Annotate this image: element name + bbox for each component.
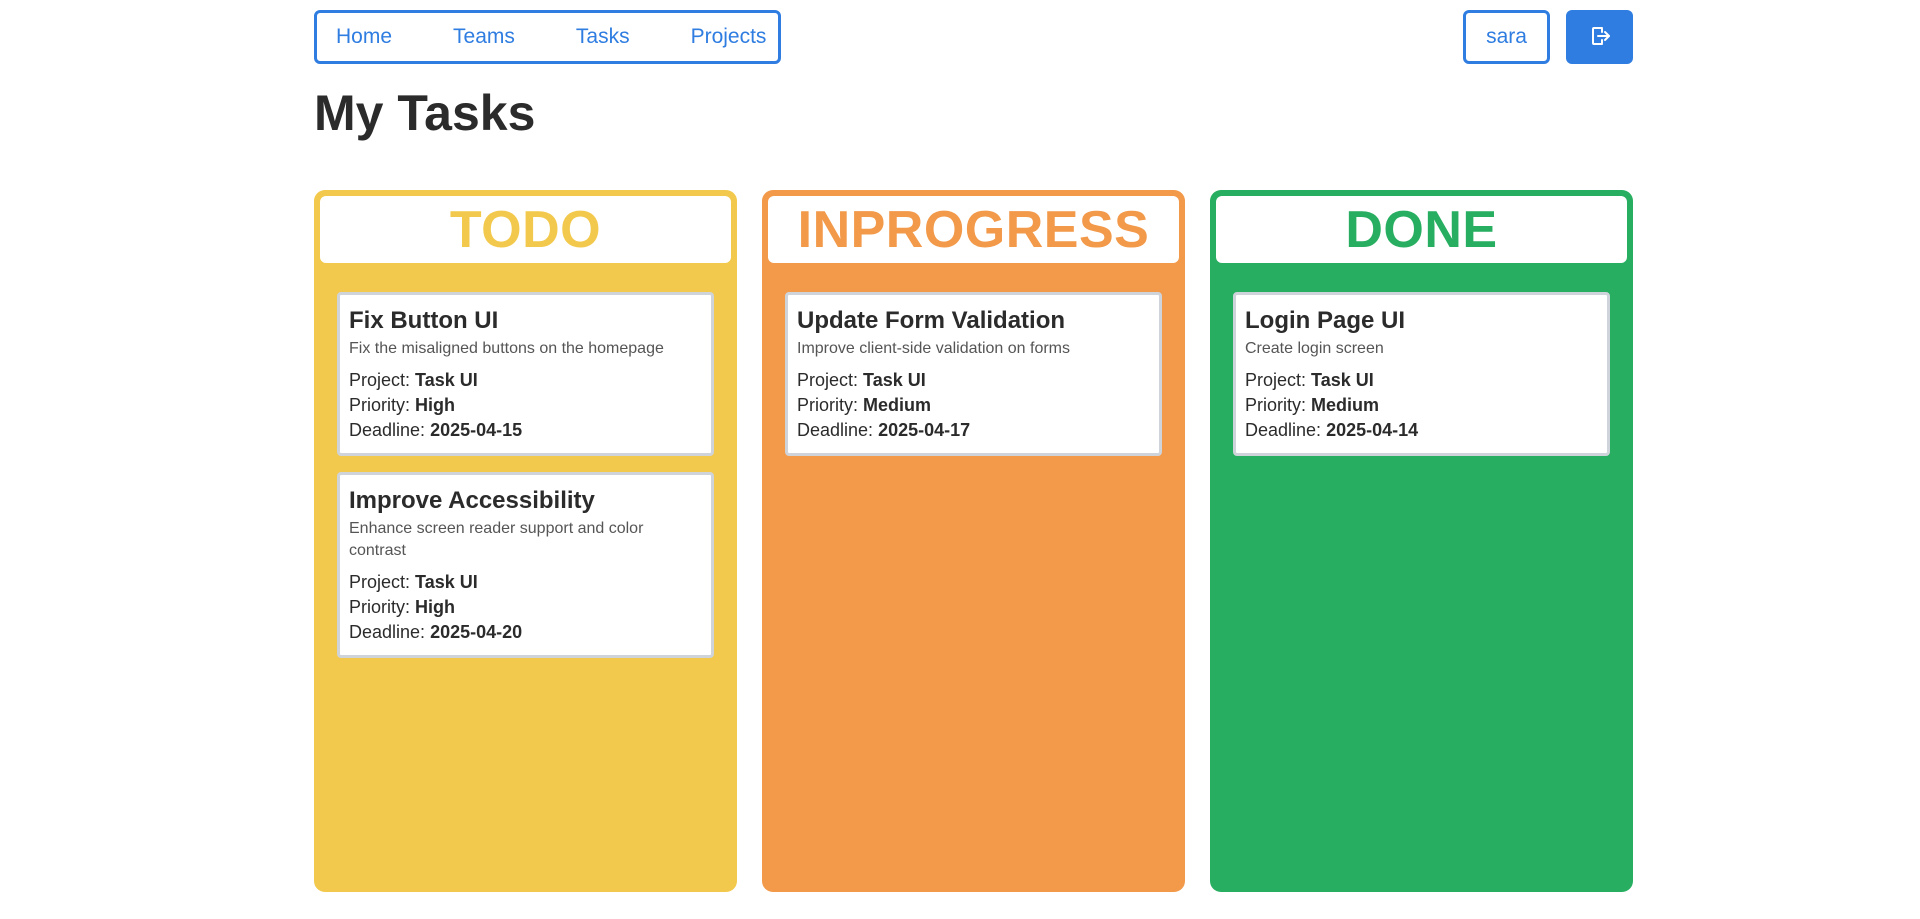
project-label: Project: [1245,370,1307,390]
task-deadline: Deadline: 2025-04-20 [349,620,702,645]
project-label: Project: [797,370,859,390]
task-card[interactable]: Login Page UI Create login screen Projec… [1233,292,1610,456]
deadline-value: 2025-04-20 [430,622,523,642]
priority-value: High [415,395,456,415]
project-value: Task UI [415,572,478,592]
task-project: Project: Task UI [1245,368,1598,393]
card-list-done: Login Page UI Create login screen Projec… [1216,263,1627,456]
task-description: Create login screen [1245,340,1384,357]
deadline-value: 2025-04-17 [878,420,971,440]
column-todo: TODO Fix Button UI Fix the misaligned bu… [314,190,737,892]
task-deadline: Deadline: 2025-04-15 [349,418,702,443]
deadline-label: Deadline: [349,622,426,642]
deadline-label: Deadline: [797,420,874,440]
column-header-todo: TODO [320,196,731,263]
task-project: Project: Task UI [349,570,702,595]
task-title: Update Form Validation [797,307,1066,334]
column-done: DONE Login Page UI Create login screen P… [1210,190,1633,892]
priority-label: Priority: [797,395,859,415]
task-title: Login Page UI [1245,307,1406,334]
task-priority: Priority: High [349,393,702,418]
task-description: Fix the misaligned buttons on the homepa… [349,340,664,357]
project-label: Project: [349,370,411,390]
card-list-todo: Fix Button UI Fix the misaligned buttons… [320,263,731,658]
deadline-value: 2025-04-14 [1326,420,1419,440]
column-header-inprogress: INPROGRESS [768,196,1179,263]
task-description: Enhance screen reader support and color … [349,520,644,559]
task-project: Project: Task UI [797,368,1150,393]
project-value: Task UI [415,370,478,390]
nav-link-home[interactable]: Home [336,25,392,49]
nav-link-tasks[interactable]: Tasks [576,25,630,49]
deadline-value: 2025-04-15 [430,420,523,440]
task-title: Fix Button UI [349,307,499,334]
page: Home Teams Tasks Projects sara My Tasks … [0,0,1920,919]
task-title: Improve Accessibility [349,487,595,514]
priority-value: Medium [863,395,932,415]
page-title: My Tasks [314,85,536,141]
user-button[interactable]: sara [1463,10,1550,64]
task-priority: Priority: Medium [797,393,1150,418]
card-list-inprogress: Update Form Validation Improve client-si… [768,263,1179,456]
column-inprogress: INPROGRESS Update Form Validation Improv… [762,190,1185,892]
task-card[interactable]: Improve Accessibility Enhance screen rea… [337,472,714,658]
project-value: Task UI [863,370,926,390]
deadline-label: Deadline: [1245,420,1322,440]
task-project: Project: Task UI [349,368,702,393]
project-value: Task UI [1311,370,1374,390]
task-card[interactable]: Fix Button UI Fix the misaligned buttons… [337,292,714,456]
logout-button[interactable] [1566,10,1633,64]
project-label: Project: [349,572,411,592]
task-deadline: Deadline: 2025-04-17 [797,418,1150,443]
main-nav: Home Teams Tasks Projects [314,10,781,64]
task-deadline: Deadline: 2025-04-14 [1245,418,1598,443]
task-description: Improve client-side validation on forms [797,340,1071,357]
task-priority: Priority: High [349,595,702,620]
priority-label: Priority: [349,597,411,617]
task-card[interactable]: Update Form Validation Improve client-si… [785,292,1162,456]
priority-value: High [415,597,456,617]
task-priority: Priority: Medium [1245,393,1598,418]
nav-link-teams[interactable]: Teams [453,25,515,49]
priority-value: Medium [1311,395,1380,415]
logout-icon [1588,24,1612,51]
priority-label: Priority: [1245,395,1307,415]
column-header-done: DONE [1216,196,1627,263]
nav-link-projects[interactable]: Projects [691,25,767,49]
deadline-label: Deadline: [349,420,426,440]
priority-label: Priority: [349,395,411,415]
